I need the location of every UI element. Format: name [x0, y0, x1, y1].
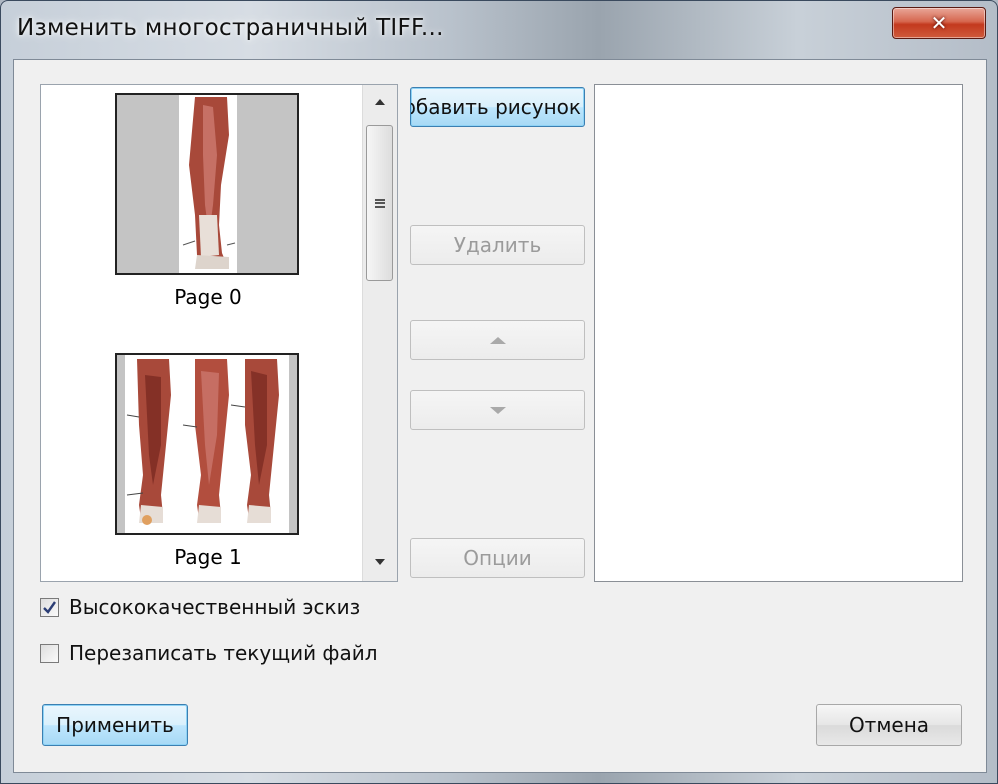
page-label: Page 1	[174, 545, 242, 569]
scroll-up-arrow[interactable]	[363, 85, 397, 119]
triangle-up-icon	[489, 336, 506, 344]
triangle-up-icon	[375, 99, 385, 105]
tiff-editor-window: Изменить многостраничный TIFF... ✕ Page …	[0, 0, 998, 784]
close-icon: ✕	[930, 11, 948, 35]
preview-pane	[594, 84, 963, 582]
checkbox-box[interactable]	[40, 597, 59, 617]
scroll-down-arrow[interactable]	[363, 545, 397, 579]
delete-label: Удалить	[453, 233, 542, 257]
cancel-label: Отмена	[848, 713, 930, 737]
page-thumbnail	[115, 93, 299, 275]
move-up-button[interactable]	[410, 320, 585, 360]
title-bar[interactable]: Изменить многостраничный TIFF... ✕	[1, 1, 997, 61]
high-quality-thumbnail-label: Высококачественный эскиз	[69, 595, 361, 619]
triangle-down-icon	[489, 406, 506, 414]
apply-label: Применить	[56, 713, 174, 737]
scroll-thumb[interactable]	[366, 125, 393, 281]
pages-list[interactable]: Page 0 Page 1	[40, 84, 398, 582]
page-thumbnail	[115, 353, 299, 535]
checkmark-icon	[43, 600, 56, 614]
options-label: Опции	[463, 546, 532, 570]
close-button[interactable]: ✕	[892, 7, 986, 39]
grip-icon	[374, 198, 385, 208]
move-down-button[interactable]	[410, 390, 585, 430]
delete-button[interactable]: Удалить	[410, 225, 585, 265]
add-image-label: рбавить рисунок	[410, 95, 581, 119]
overwrite-file-checkbox[interactable]: Перезаписать текущий файл	[40, 640, 378, 666]
overwrite-file-label: Перезаписать текущий файл	[69, 641, 378, 665]
checkbox-box[interactable]	[40, 643, 59, 663]
options-button[interactable]: Опции	[410, 538, 585, 578]
page-label: Page 0	[174, 285, 242, 309]
window-title: Изменить многостраничный TIFF...	[17, 15, 444, 41]
dialog-client-area: Page 0 Page 1 рбавить рисунок Удалить Оп…	[13, 59, 987, 773]
triangle-down-icon	[375, 559, 385, 565]
vertical-scrollbar[interactable]	[362, 85, 397, 581]
add-image-button[interactable]: рбавить рисунок	[410, 87, 585, 127]
high-quality-thumbnail-checkbox[interactable]: Высококачественный эскиз	[40, 594, 360, 620]
apply-button[interactable]: Применить	[42, 704, 188, 746]
cancel-button[interactable]: Отмена	[816, 704, 962, 746]
